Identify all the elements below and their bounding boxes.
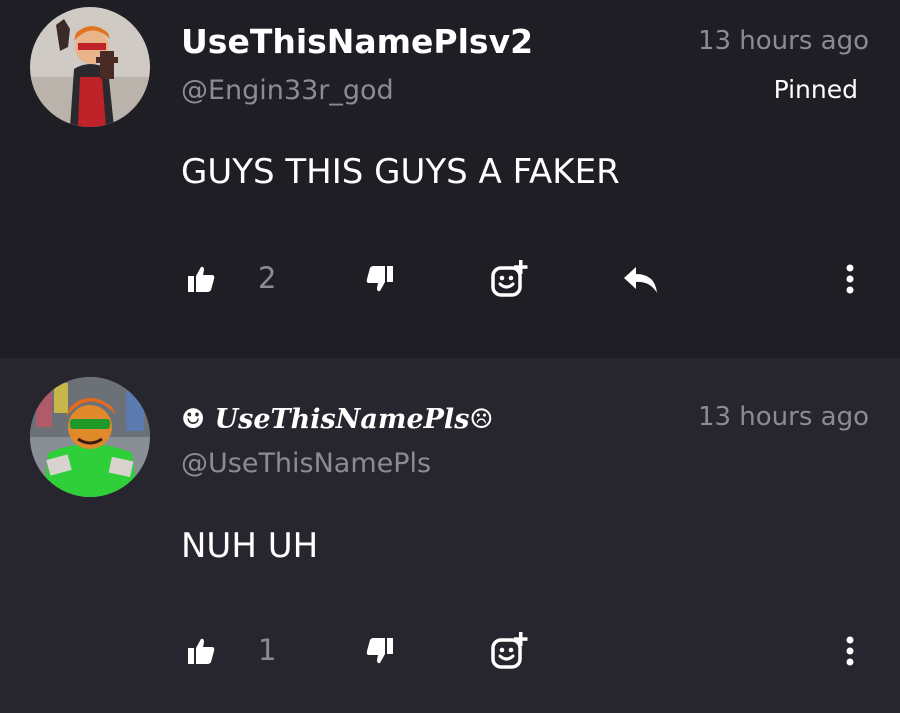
add-reaction-icon — [491, 260, 528, 297]
vertical-ellipsis-icon — [846, 264, 854, 294]
thumbs-down-icon — [366, 266, 393, 292]
avatar[interactable] — [30, 377, 150, 497]
comment-actions: 2 — [0, 254, 900, 304]
add-reaction-button[interactable] — [486, 254, 534, 304]
dislike-button[interactable] — [358, 254, 402, 304]
like-button[interactable] — [180, 254, 222, 304]
like-count: 1 — [258, 633, 277, 667]
comment-text: NUH UH — [181, 526, 319, 566]
reply-button[interactable] — [618, 254, 664, 304]
reply-arrow-icon — [624, 267, 657, 293]
timestamp: 13 hours ago — [697, 26, 869, 56]
thumbs-up-icon — [188, 266, 215, 292]
like-count: 2 — [258, 261, 277, 295]
display-name[interactable]: UseThisNamePlsv2 — [181, 22, 533, 61]
timestamp: 13 hours ago — [697, 402, 869, 432]
comment-feed: UseThisNamePlsv2 @Engin33r_god 13 hours … — [0, 0, 900, 713]
vertical-ellipsis-icon — [846, 636, 854, 666]
comment-item: ☻ UseThisNamePls☹ @UseThisNamePls 13 hou… — [0, 358, 900, 713]
more-options-button[interactable] — [836, 626, 864, 676]
dislike-button[interactable] — [358, 626, 402, 676]
display-name[interactable]: ☻ UseThisNamePls☹ — [181, 404, 494, 435]
like-button[interactable] — [180, 626, 222, 676]
more-options-button[interactable] — [836, 254, 864, 304]
thumbs-up-icon — [188, 638, 215, 664]
add-reaction-icon — [491, 632, 528, 669]
thumbs-down-icon — [366, 638, 393, 664]
avatar[interactable] — [30, 7, 150, 127]
comment-item: UseThisNamePlsv2 @Engin33r_god 13 hours … — [0, 0, 900, 358]
comment-text: GUYS THIS GUYS A FAKER — [181, 152, 620, 192]
user-handle[interactable]: @UseThisNamePls — [181, 448, 431, 479]
comment-actions: 1 — [0, 626, 900, 676]
pinned-badge: Pinned — [773, 75, 858, 104]
user-handle[interactable]: @Engin33r_god — [181, 75, 394, 106]
add-reaction-button[interactable] — [486, 626, 534, 676]
